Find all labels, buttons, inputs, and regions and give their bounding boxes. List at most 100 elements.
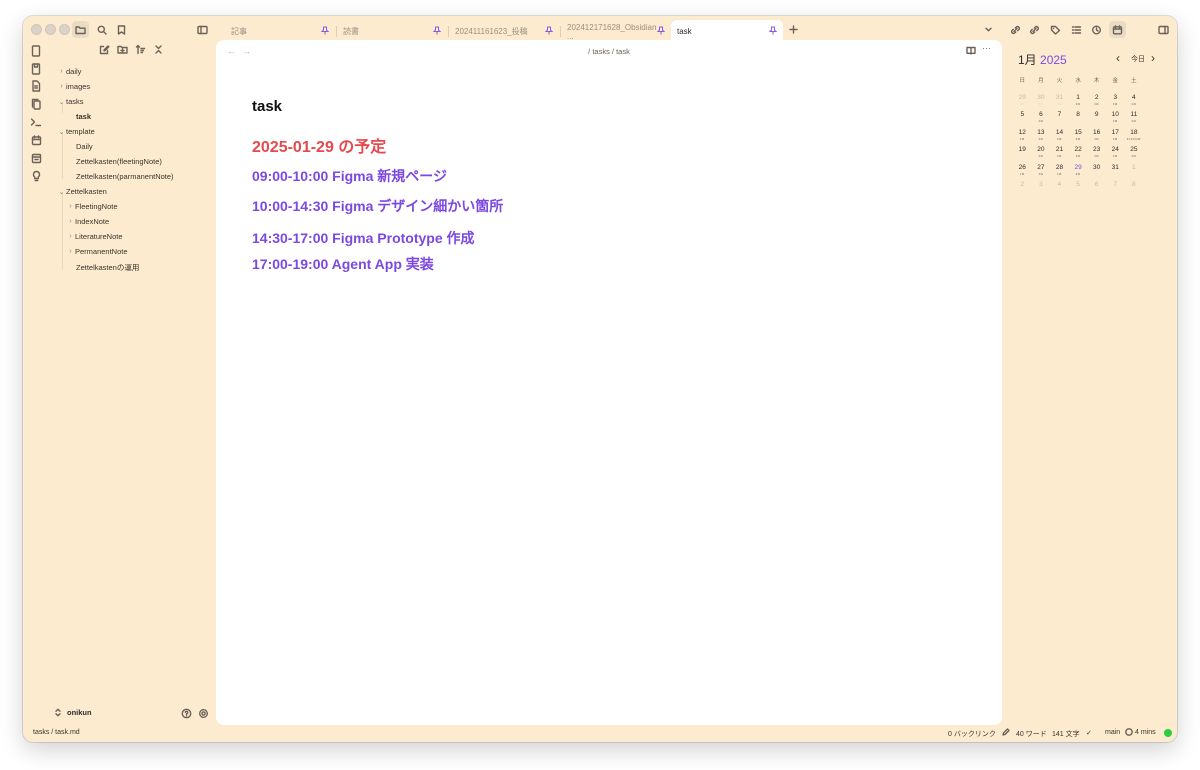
calendar-day[interactable]: 1 •o	[1069, 94, 1088, 112]
help-icon[interactable]	[178, 705, 195, 722]
tree-file-zettelkasten-fleeting[interactable]: Zettelkasten(fleetingNote)	[76, 157, 162, 166]
sort-icon[interactable]	[135, 44, 146, 55]
calendar-day[interactable]: 12 •o	[1013, 129, 1032, 147]
calendar-day[interactable]: 7	[1050, 111, 1069, 129]
collapse-all-icon[interactable]	[153, 44, 164, 55]
terminal-icon[interactable]	[29, 115, 43, 129]
reading-view-icon[interactable]	[966, 46, 976, 55]
tree-folder-daily[interactable]: › daily	[57, 67, 81, 76]
daily-note-icon[interactable]	[29, 62, 43, 76]
backlink-icon[interactable]	[1007, 21, 1024, 38]
chevron-right-icon[interactable]: ›	[1151, 51, 1155, 65]
calendar-day[interactable]: 13 •o	[1032, 129, 1051, 147]
outgoing-link-icon[interactable]	[1026, 21, 1043, 38]
chevron-left-icon[interactable]: ‹	[1116, 51, 1120, 65]
calendar-day[interactable]: 22 •o	[1069, 146, 1088, 164]
file-icon[interactable]	[29, 44, 43, 58]
calendar-icon[interactable]	[1109, 21, 1126, 38]
calendar-day[interactable]: 10 •o	[1106, 111, 1125, 129]
right-sidebar-toggle-icon[interactable]	[1155, 21, 1172, 38]
calendar-day[interactable]: 25 •o	[1125, 146, 1144, 164]
pin-icon[interactable]	[545, 26, 553, 35]
calendar-day[interactable]: 8	[1125, 181, 1144, 199]
calendar-day[interactable]: 31 ••	[1050, 94, 1069, 112]
close-window-button[interactable]	[31, 24, 42, 35]
pin-icon[interactable]	[433, 26, 441, 35]
editor-pane[interactable]: ← → / tasks / task ··· task 2025-01-29 の…	[216, 40, 1002, 725]
template-icon[interactable]	[29, 79, 43, 93]
new-folder-icon[interactable]	[117, 44, 128, 55]
schedule-item[interactable]: 09:00-10:00 Figma 新規ページ	[252, 166, 447, 186]
calendar-day[interactable]: 27 •o	[1032, 164, 1051, 182]
calendar-day[interactable]: 4	[1050, 181, 1069, 199]
chevron-down-icon[interactable]	[980, 21, 997, 38]
zoom-window-button[interactable]	[59, 24, 70, 35]
new-note-icon[interactable]	[99, 44, 110, 55]
calendar-day[interactable]: 6	[1087, 181, 1106, 199]
pin-icon[interactable]	[321, 26, 329, 35]
today-button[interactable]: 今日	[1131, 54, 1145, 64]
search-icon[interactable]	[93, 21, 110, 38]
calendar-day[interactable]: 7	[1106, 181, 1125, 199]
calendar-day[interactable]: 28 •o	[1050, 164, 1069, 182]
tree-folder-fleetingnote[interactable]: › FleetingNote	[66, 202, 117, 211]
tree-file-zettelkasten-usage[interactable]: Zettelkastenの運用	[76, 262, 139, 273]
tree-file-zettelkasten-permanent[interactable]: Zettelkasten(parmanentNote)	[76, 172, 174, 181]
backlink-count[interactable]: 0 バックリンク	[948, 729, 996, 739]
calendar-day[interactable]: 29 •o	[1069, 164, 1088, 182]
calendar-day[interactable]: 24 •o	[1106, 146, 1125, 164]
sidebar-toggle-icon[interactable]	[194, 21, 211, 38]
calendar-day[interactable]: 23 •o	[1087, 146, 1106, 164]
git-branch[interactable]: main	[1105, 729, 1120, 736]
pin-icon[interactable]	[769, 26, 777, 35]
calendar-day[interactable]: 8	[1069, 111, 1088, 129]
pencil-icon[interactable]	[1002, 728, 1010, 736]
calendar-day[interactable]: 19	[1013, 146, 1032, 164]
breadcrumb[interactable]: / tasks / task	[216, 47, 1002, 56]
tree-file-daily[interactable]: Daily	[76, 142, 93, 151]
schedule-item[interactable]: 17:00-19:00 Agent App 実装	[252, 254, 434, 274]
outline-icon[interactable]	[1068, 21, 1085, 38]
calendar-day[interactable]: 2	[1013, 181, 1032, 199]
file-path[interactable]: tasks / task.md	[33, 729, 80, 736]
calendar-icon[interactable]	[29, 133, 43, 147]
new-tab-icon[interactable]	[785, 21, 802, 38]
calendar-day[interactable]: 17 •o	[1106, 129, 1125, 147]
lightbulb-icon[interactable]	[29, 169, 43, 183]
calendar-day[interactable]: 18 ••••••o	[1125, 129, 1144, 147]
bookmark-icon[interactable]	[113, 21, 130, 38]
document-title[interactable]: task	[252, 98, 282, 115]
calendar-day[interactable]: 30	[1087, 164, 1106, 182]
calendar-day[interactable]: 2 •o	[1087, 94, 1106, 112]
calendar-day[interactable]: 30 ••	[1032, 94, 1051, 112]
kanban-icon[interactable]	[29, 151, 43, 165]
calendar-day[interactable]: 11 •o	[1125, 111, 1144, 129]
calendar-day[interactable]: 4 •o	[1125, 94, 1144, 112]
copy-icon[interactable]	[29, 97, 43, 111]
schedule-item[interactable]: 14:30-17:00 Figma Prototype 作成	[252, 228, 475, 248]
schedule-heading[interactable]: 2025-01-29 の予定	[252, 133, 386, 157]
tree-folder-indexnote[interactable]: › IndexNote	[66, 217, 109, 226]
minimize-window-button[interactable]	[45, 24, 56, 35]
tree-folder-zettelkasten[interactable]: ⌄ Zettelkasten	[57, 187, 107, 196]
calendar-day[interactable]: 20 •o	[1032, 146, 1051, 164]
calendar-day[interactable]: 1	[1125, 164, 1144, 182]
calendar-day[interactable]: 21 •o	[1050, 146, 1069, 164]
calendar-day[interactable]: 9	[1087, 111, 1106, 129]
calendar-day[interactable]: 15 •o	[1069, 129, 1088, 147]
tree-folder-images[interactable]: › images	[57, 82, 90, 91]
tree-file-task[interactable]: task	[76, 112, 91, 121]
calendar-day[interactable]: 26 •o	[1013, 164, 1032, 182]
sync-time[interactable]: 4 mins	[1135, 729, 1156, 736]
calendar-day[interactable]: 5	[1069, 181, 1088, 199]
settings-gear-icon[interactable]	[195, 705, 212, 722]
calendar-day[interactable]: 14 •o	[1050, 129, 1069, 147]
calendar-day[interactable]: 31	[1106, 164, 1125, 182]
folder-icon[interactable]	[72, 21, 89, 38]
tree-folder-literaturenote[interactable]: › LiteratureNote	[66, 232, 122, 241]
vault-switcher[interactable]: onikun	[55, 708, 92, 717]
calendar-day[interactable]: 16 •o	[1087, 129, 1106, 147]
schedule-item[interactable]: 10:00-14:30 Figma デザイン細かい箇所	[252, 196, 503, 216]
calendar-day[interactable]: 6 •o	[1032, 111, 1051, 129]
more-options-icon[interactable]: ···	[982, 43, 991, 53]
